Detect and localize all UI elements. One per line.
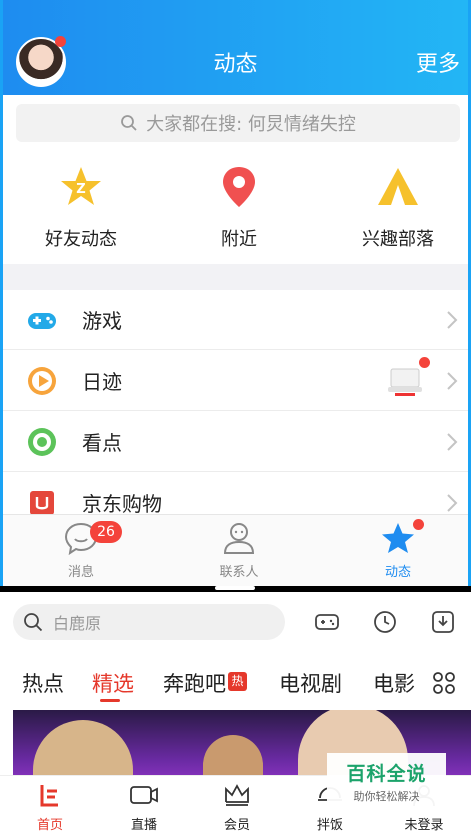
nav-label: 直播 — [130, 818, 157, 833]
download-icon[interactable] — [430, 609, 456, 635]
qq-header: 动态 更多 — [3, 0, 468, 95]
crown-icon — [225, 784, 249, 806]
feature-label: 附近 — [221, 229, 257, 250]
tab-movies[interactable]: 电影 — [373, 668, 417, 698]
chevron-right-icon — [447, 371, 458, 390]
tab-running-man[interactable]: 奔跑吧热 — [163, 668, 247, 698]
grid-menu-icon[interactable] — [432, 671, 456, 695]
feature-friends-feed[interactable]: Z 好友动态 — [11, 165, 151, 251]
tab-label: 联系人 — [219, 565, 259, 580]
tab-featured[interactable]: 精选 — [92, 668, 134, 698]
camera-icon — [130, 786, 158, 804]
more-button[interactable]: 更多 — [416, 46, 460, 78]
nav-live[interactable]: 直播 — [114, 782, 174, 833]
list-item-watch-points[interactable]: 看点 — [3, 412, 468, 472]
nav-label: 首页 — [36, 818, 63, 833]
notification-dot — [413, 519, 424, 530]
chevron-right-icon — [447, 432, 458, 451]
list-item-label: 看点 — [82, 431, 122, 455]
tab-dynamic[interactable]: 动态 — [348, 521, 448, 580]
unread-badge: 26 — [90, 521, 122, 543]
tab-tv-series[interactable]: 电视剧 — [279, 668, 342, 698]
tab-contacts[interactable]: 联系人 — [189, 521, 289, 580]
section-gap — [3, 264, 468, 290]
page-title: 动态 — [213, 52, 258, 77]
notification-dot — [419, 357, 430, 368]
tab-label: 消息 — [67, 565, 94, 580]
watermark-title: 百科全说 — [346, 763, 427, 785]
tab-label: 奔跑吧 — [163, 672, 226, 696]
svg-text:Z: Z — [76, 182, 85, 197]
feature-nearby[interactable]: 附近 — [169, 165, 309, 251]
qq-dynamic-panel: 动态 更多 大家都在搜: 何炅情绪失控 Z 好友动态 附近 兴趣部落 游戏 日迹… — [0, 0, 471, 586]
feature-label: 兴趣部落 — [362, 229, 434, 250]
tent-icon — [378, 168, 418, 205]
chevron-right-icon — [447, 310, 458, 329]
qzone-star-icon: Z — [61, 167, 101, 205]
search-placeholder: 白鹿原 — [53, 614, 102, 633]
qq-tab-bar: 消息 26 联系人 动态 — [3, 514, 468, 586]
list-item-daily-trace[interactable]: 日迹 — [3, 351, 468, 411]
feature-interest-tribe[interactable]: 兴趣部落 — [328, 165, 468, 251]
search-icon — [121, 115, 137, 131]
list-item-games[interactable]: 游戏 — [3, 290, 468, 350]
active-tab-indicator — [100, 699, 120, 702]
search-input[interactable]: 白鹿原 — [13, 604, 285, 640]
search-placeholder: 大家都在搜: 何炅情绪失控 — [146, 114, 356, 135]
nav-home[interactable]: 首页 — [20, 782, 80, 833]
home-icon — [40, 785, 58, 807]
history-clock-icon[interactable] — [372, 609, 398, 635]
tab-hot[interactable]: 热点 — [22, 668, 64, 698]
eye-ring-icon — [28, 427, 56, 456]
list-item-label: 游戏 — [82, 309, 122, 333]
play-circle-icon — [28, 366, 56, 395]
watermark-logo: 百科全说 助你轻松解决 — [327, 753, 446, 807]
tab-label: 动态 — [384, 565, 411, 580]
chevron-right-icon — [447, 493, 458, 512]
category-tabs: 热点 精选 奔跑吧热 电视剧 电影 — [0, 662, 471, 702]
list-item-label: 日迹 — [82, 370, 122, 394]
hot-badge: 热 — [228, 672, 247, 691]
split-screen-handle[interactable] — [215, 586, 255, 590]
feature-label: 好友动态 — [45, 229, 117, 250]
video-app-panel: 白鹿原 热点 精选 奔跑吧热 电视剧 电影 首页 直播 会员 拌饭 未登录 百科… — [0, 592, 471, 835]
nav-label: 会员 — [223, 818, 250, 833]
contact-person-icon — [223, 523, 255, 554]
nav-vip[interactable]: 会员 — [207, 782, 267, 833]
watermark-subtitle: 助你轻松解决 — [353, 790, 420, 803]
gamepad-icon — [28, 312, 56, 329]
search-bar[interactable]: 大家都在搜: 何炅情绪失控 — [16, 104, 460, 142]
nav-label: 拌饭 — [316, 818, 343, 833]
list-item-label: 京东购物 — [82, 492, 162, 516]
laptop-thumbnail-icon — [388, 368, 422, 396]
star-icon — [382, 523, 414, 553]
location-pin-icon — [223, 167, 255, 207]
game-controller-icon[interactable] — [314, 609, 340, 635]
search-icon — [24, 613, 43, 632]
nav-label: 未登录 — [404, 818, 444, 833]
